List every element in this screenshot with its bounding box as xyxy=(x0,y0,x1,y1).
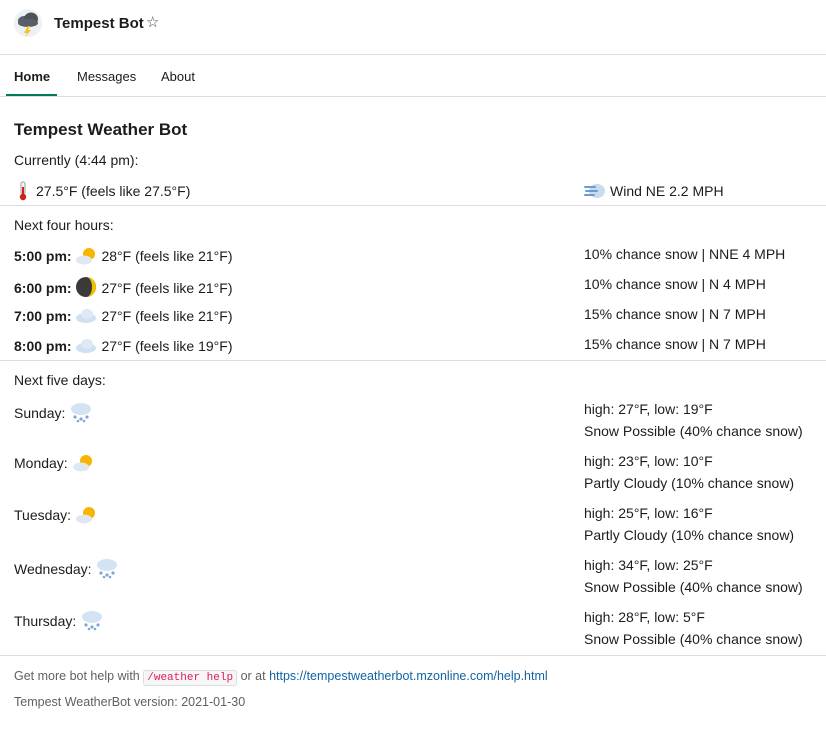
moon-icon xyxy=(76,277,97,297)
hour-temp: 28°F (feels like 21°F) xyxy=(101,248,233,264)
hour-time: 6:00 pm: xyxy=(14,280,72,296)
current-heading: Currently (4:44 pm): xyxy=(14,152,139,168)
day-hilo: high: 27°F, low: 19°F xyxy=(584,401,713,417)
day-summary: Snow Possible (40% chance snow) xyxy=(584,423,803,439)
help-command: /weather help xyxy=(143,670,238,686)
help-prefix: Get more bot help with xyxy=(14,669,140,683)
wind-icon xyxy=(584,184,605,198)
partly-cloudy-icon xyxy=(76,248,96,265)
hour-detail: 15% chance snow | N 7 MPH xyxy=(584,336,766,352)
hourly-row: 8:00 pm: 27°F (feels like 19°F) xyxy=(14,336,233,356)
app-header: Tempest Bot ☆ xyxy=(0,0,826,55)
star-icon[interactable]: ☆ xyxy=(146,13,159,31)
day-name: Sunday: xyxy=(14,405,66,421)
hour-temp: 27°F (feels like 19°F) xyxy=(101,338,233,354)
tab-about[interactable]: About xyxy=(161,69,195,84)
day-name: Tuesday: xyxy=(14,507,72,523)
tab-home[interactable]: Home xyxy=(14,69,50,84)
hourly-row: 5:00 pm: 28°F (feels like 21°F) xyxy=(14,246,233,266)
partly-cloudy-icon xyxy=(75,507,95,524)
daily-row: Thursday: xyxy=(14,609,108,631)
day-summary: Snow Possible (40% chance snow) xyxy=(584,631,803,647)
day-hilo: high: 25°F, low: 16°F xyxy=(584,505,713,521)
version-text: Tempest WeatherBot version: 2021-01-30 xyxy=(14,695,246,709)
day-name: Thursday: xyxy=(14,613,77,629)
cloud-icon xyxy=(76,339,97,353)
cloud-icon xyxy=(76,309,97,323)
divider xyxy=(0,205,826,206)
daily-row: Monday: xyxy=(14,453,98,473)
hour-time: 5:00 pm: xyxy=(14,248,72,264)
help-text: Get more bot help with /weather help or … xyxy=(14,669,548,686)
snow-cloud-icon xyxy=(71,403,92,423)
hour-time: 8:00 pm: xyxy=(14,338,72,354)
hour-temp: 27°F (feels like 21°F) xyxy=(101,308,233,324)
tab-bar: Home Messages About xyxy=(0,55,826,97)
storm-cloud-icon xyxy=(14,9,42,37)
tab-messages[interactable]: Messages xyxy=(77,69,136,84)
current-wind-text: Wind NE 2.2 MPH xyxy=(610,183,724,199)
hourly-row: 7:00 pm: 27°F (feels like 21°F) xyxy=(14,306,233,326)
help-middle: or at xyxy=(240,669,266,683)
day-name: Wednesday: xyxy=(14,561,92,577)
day-name: Monday: xyxy=(14,455,68,471)
help-link[interactable]: https://tempestweatherbot.mzonline.com/h… xyxy=(269,669,548,683)
active-tab-indicator xyxy=(6,94,57,96)
day-hilo: high: 28°F, low: 5°F xyxy=(584,609,705,625)
day-summary: Snow Possible (40% chance snow) xyxy=(584,579,803,595)
divider xyxy=(0,360,826,361)
hourly-row: 6:00 pm: 27°F (feels like 21°F) xyxy=(14,276,233,298)
day-hilo: high: 23°F, low: 10°F xyxy=(584,453,713,469)
daily-row: Tuesday: xyxy=(14,505,101,525)
hour-detail: 10% chance snow | NNE 4 MPH xyxy=(584,246,786,262)
snow-cloud-icon xyxy=(97,559,118,579)
hour-detail: 10% chance snow | N 4 MPH xyxy=(584,276,766,292)
daily-row: Sunday: xyxy=(14,401,97,423)
hourly-heading: Next four hours: xyxy=(14,217,114,233)
current-wind: Wind NE 2.2 MPH xyxy=(584,181,724,201)
divider xyxy=(0,655,826,656)
hour-detail: 15% chance snow | N 7 MPH xyxy=(584,306,766,322)
day-summary: Partly Cloudy (10% chance snow) xyxy=(584,475,795,491)
snow-cloud-icon xyxy=(82,611,103,631)
hour-temp: 27°F (feels like 21°F) xyxy=(101,280,233,296)
current-temp-text: 27.5°F (feels like 27.5°F) xyxy=(36,183,191,199)
hour-time: 7:00 pm: xyxy=(14,308,72,324)
daily-heading: Next five days: xyxy=(14,372,106,388)
day-summary: Partly Cloudy (10% chance snow) xyxy=(584,527,795,543)
page-title: Tempest Weather Bot xyxy=(14,120,188,139)
daily-row: Wednesday: xyxy=(14,557,123,579)
partly-cloudy-icon xyxy=(72,455,92,472)
current-temp: 27.5°F (feels like 27.5°F) xyxy=(14,181,190,201)
thermometer-icon xyxy=(19,181,27,201)
bot-name: Tempest Bot xyxy=(54,15,144,32)
day-hilo: high: 34°F, low: 25°F xyxy=(584,557,713,573)
